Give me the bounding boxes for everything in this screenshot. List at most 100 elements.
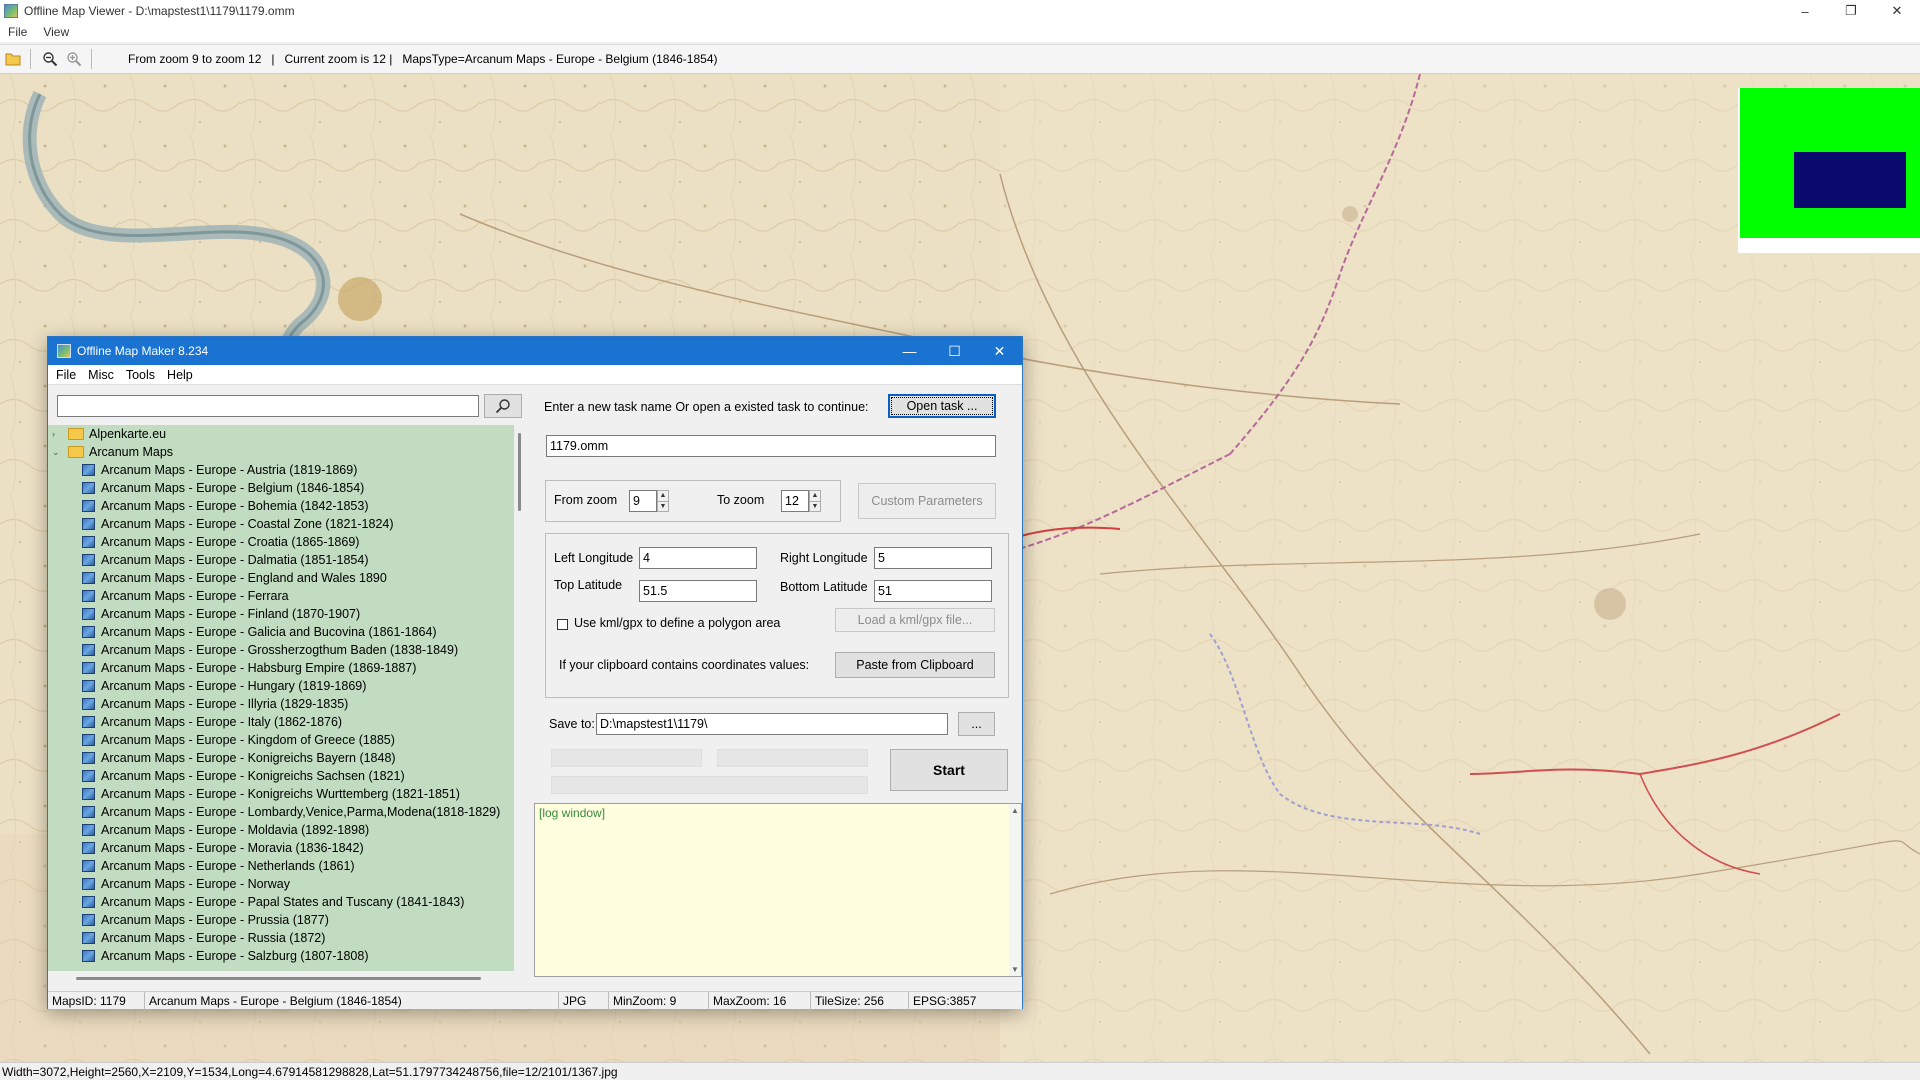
tree-map-item[interactable]: Arcanum Maps - Europe - Grossherzogthum …: [48, 641, 514, 659]
tree-map-item[interactable]: Arcanum Maps - Europe - Moldavia (1892-1…: [48, 821, 514, 839]
dialog-minimize-button[interactable]: —: [887, 337, 932, 365]
map-tile-icon: [82, 932, 95, 944]
expanded-arrow-icon[interactable]: ⌄: [52, 443, 62, 461]
scroll-thumb[interactable]: [76, 977, 481, 980]
tree-map-label: Arcanum Maps - Europe - Austria (1819-18…: [101, 463, 358, 477]
dialog-close-button[interactable]: ✕: [977, 337, 1022, 365]
map-tile-icon: [82, 896, 95, 908]
restore-button[interactable]: ❐: [1828, 0, 1874, 22]
map-source-tree[interactable]: › Alpenkarte.eu ⌄ Arcanum Maps Arcanum M…: [48, 425, 514, 971]
dialog-menu-tools[interactable]: Tools: [126, 368, 155, 382]
paste-from-clipboard-button[interactable]: Paste from Clipboard: [835, 652, 995, 678]
custom-parameters-button[interactable]: Custom Parameters: [858, 483, 996, 519]
to-zoom-spinner[interactable]: ▲ ▼: [809, 490, 821, 512]
tree-folder-label: Arcanum Maps: [89, 445, 174, 459]
tree-map-item[interactable]: Arcanum Maps - Europe - Salzburg (1807-1…: [48, 947, 514, 965]
spin-down-icon[interactable]: ▼: [810, 500, 820, 512]
tree-map-item[interactable]: Arcanum Maps - Europe - Dalmatia (1851-1…: [48, 551, 514, 569]
tree-horizontal-scrollbar[interactable]: [48, 973, 514, 983]
scroll-thumb[interactable]: [518, 433, 521, 511]
tree-map-item[interactable]: Arcanum Maps - Europe - Hungary (1819-18…: [48, 677, 514, 695]
open-folder-button[interactable]: [2, 48, 24, 70]
zoom-out-button[interactable]: [39, 48, 61, 70]
folder-open-icon: [68, 446, 84, 458]
coordinates-group: Left Longitude 4 Right Longitude 5 Top L…: [545, 533, 1009, 698]
menu-file[interactable]: File: [8, 25, 27, 39]
map-tile-icon: [82, 878, 95, 890]
tree-map-item[interactable]: Arcanum Maps - Europe - Finland (1870-19…: [48, 605, 514, 623]
tree-map-item[interactable]: Arcanum Maps - Europe - Konigreichs Baye…: [48, 749, 514, 767]
tree-map-item[interactable]: Arcanum Maps - Europe - Russia (1872): [48, 929, 514, 947]
menu-view[interactable]: View: [43, 25, 69, 39]
tree-map-item[interactable]: Arcanum Maps - Europe - Prussia (1877): [48, 911, 514, 929]
load-kml-button[interactable]: Load a kml/gpx file...: [835, 608, 995, 632]
tree-map-item[interactable]: Arcanum Maps - Europe - Austria (1819-18…: [48, 461, 514, 479]
tree-folder-arcanum[interactable]: ⌄ Arcanum Maps: [48, 443, 514, 461]
close-button[interactable]: ✕: [1874, 0, 1920, 22]
log-scrollbar[interactable]: ▲ ▼: [1009, 804, 1021, 976]
left-longitude-input[interactable]: 4: [639, 547, 757, 569]
tree-map-item[interactable]: Arcanum Maps - Europe - Konigreichs Sach…: [48, 767, 514, 785]
bottom-latitude-input[interactable]: 51: [874, 580, 992, 602]
tree-map-item[interactable]: Arcanum Maps - Europe - Konigreichs Wurt…: [48, 785, 514, 803]
minimize-button[interactable]: –: [1782, 0, 1828, 22]
task-settings-pane: Enter a new task name Or open a existed …: [534, 385, 1022, 989]
zoom-in-button[interactable]: [63, 48, 85, 70]
spin-down-icon[interactable]: ▼: [658, 500, 668, 512]
tree-map-item[interactable]: Arcanum Maps - Europe - Papal States and…: [48, 893, 514, 911]
start-button[interactable]: Start: [890, 749, 1008, 791]
dialog-menu-file[interactable]: File: [56, 368, 76, 382]
tree-map-item[interactable]: Arcanum Maps - Europe - Italy (1862-1876…: [48, 713, 514, 731]
tree-map-item[interactable]: Arcanum Maps - Europe - Bohemia (1842-18…: [48, 497, 514, 515]
tree-map-item[interactable]: Arcanum Maps - Europe - England and Wale…: [48, 569, 514, 587]
tree-folder-alpenkarte[interactable]: › Alpenkarte.eu: [48, 425, 514, 443]
dialog-maximize-button[interactable]: ☐: [932, 337, 977, 365]
tree-map-item[interactable]: Arcanum Maps - Europe - Norway: [48, 875, 514, 893]
search-button[interactable]: [484, 394, 522, 418]
overview-viewport-rect[interactable]: [1794, 152, 1906, 208]
tree-folder-label: Alpenkarte.eu: [89, 427, 167, 441]
tree-map-item[interactable]: Arcanum Maps - Europe - Netherlands (186…: [48, 857, 514, 875]
from-zoom-input[interactable]: 9: [629, 490, 657, 512]
log-window[interactable]: [log window] ▲ ▼: [534, 803, 1022, 977]
scroll-down-icon[interactable]: ▼: [1009, 965, 1021, 974]
tree-map-item[interactable]: Arcanum Maps - Europe - Kingdom of Greec…: [48, 731, 514, 749]
tree-map-item[interactable]: Arcanum Maps - Europe - Coastal Zone (18…: [48, 515, 514, 533]
tree-map-label: Arcanum Maps - Europe - Italy (1862-1876…: [101, 715, 343, 729]
tree-vertical-scrollbar[interactable]: [515, 425, 525, 971]
collapsed-arrow-icon[interactable]: ›: [52, 425, 62, 443]
tree-map-item[interactable]: Arcanum Maps - Europe - Moravia (1836-18…: [48, 839, 514, 857]
to-zoom-input[interactable]: 12: [781, 490, 809, 512]
from-zoom-spinner[interactable]: ▲ ▼: [657, 490, 669, 512]
tree-map-label: Arcanum Maps - Europe - Grossherzogthum …: [101, 643, 459, 657]
use-kml-checkbox[interactable]: [557, 619, 568, 630]
tree-map-item[interactable]: Arcanum Maps - Europe - Croatia (1865-18…: [48, 533, 514, 551]
main-toolbar: From zoom 9 to zoom 12 | Current zoom is…: [0, 44, 1920, 74]
tree-map-label: Arcanum Maps - Europe - Galicia and Buco…: [101, 625, 437, 639]
open-task-button[interactable]: Open task ...: [888, 394, 996, 418]
use-kml-label: Use kml/gpx to define a polygon area: [574, 616, 781, 630]
scroll-up-icon[interactable]: ▲: [1009, 806, 1021, 815]
dialog-menu-help[interactable]: Help: [167, 368, 193, 382]
spin-up-icon[interactable]: ▲: [658, 491, 668, 501]
right-longitude-input[interactable]: 5: [874, 547, 992, 569]
tree-map-item[interactable]: Arcanum Maps - Europe - Galicia and Buco…: [48, 623, 514, 641]
task-name-input[interactable]: 1179.omm: [546, 435, 996, 457]
top-latitude-input[interactable]: 51.5: [639, 580, 757, 602]
tree-map-label: Arcanum Maps - Europe - Illyria (1829-18…: [101, 697, 349, 711]
app-icon: [4, 4, 18, 18]
map-search-input[interactable]: [57, 395, 479, 417]
overview-minimap[interactable]: [1738, 88, 1920, 253]
browse-button[interactable]: ...: [958, 712, 995, 736]
tree-map-item[interactable]: Arcanum Maps - Europe - Habsburg Empire …: [48, 659, 514, 677]
spin-up-icon[interactable]: ▲: [810, 491, 820, 501]
dialog-menu-misc[interactable]: Misc: [88, 368, 114, 382]
save-path-input[interactable]: D:\mapstest1\1179\: [596, 713, 948, 735]
tree-map-item[interactable]: Arcanum Maps - Europe - Ferrara: [48, 587, 514, 605]
tree-map-item[interactable]: Arcanum Maps - Europe - Illyria (1829-18…: [48, 695, 514, 713]
progress-bar: [551, 776, 868, 794]
tree-map-item[interactable]: Arcanum Maps - Europe - Belgium (1846-18…: [48, 479, 514, 497]
dialog-status-bar: MapsID: 1179 Arcanum Maps - Europe - Bel…: [48, 991, 1022, 1010]
tree-map-item[interactable]: Arcanum Maps - Europe - Lombardy,Venice,…: [48, 803, 514, 821]
map-tile-icon: [82, 482, 95, 494]
